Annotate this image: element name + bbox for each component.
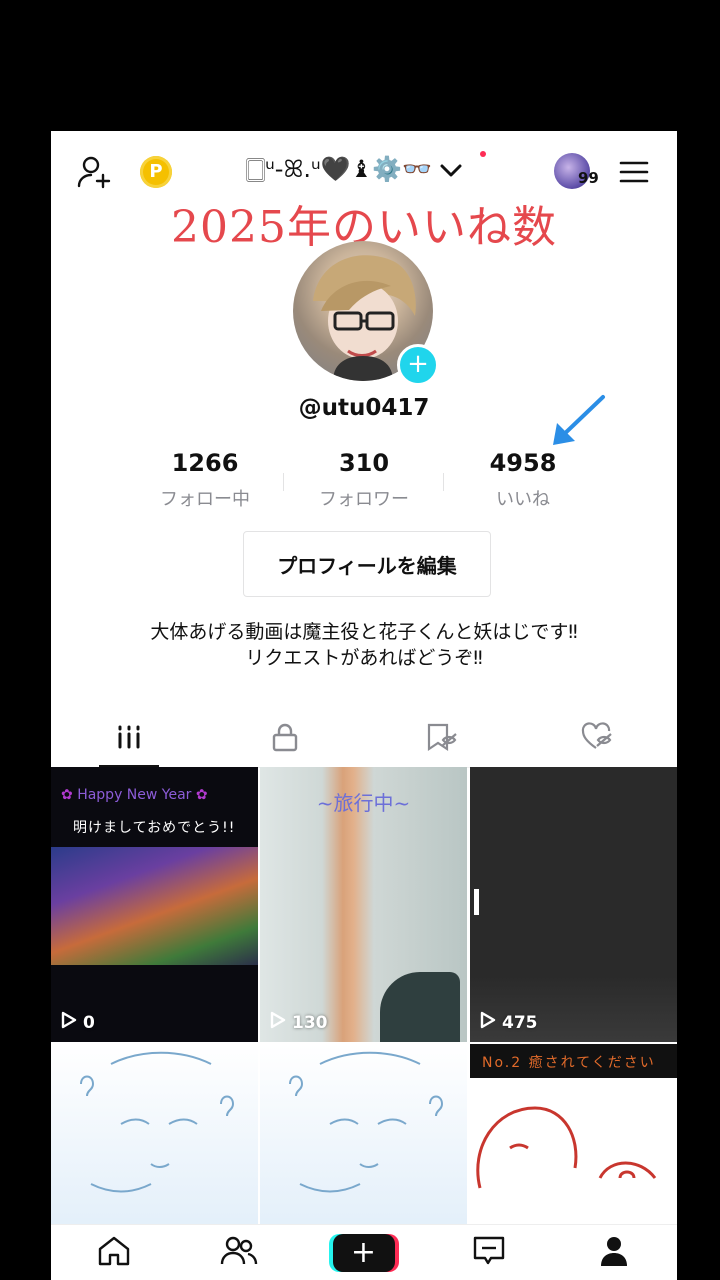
video-caption: ✿ Happy New Year ✿ [61,787,208,803]
video-caption-text: No.2 癒されてください [482,1055,656,1071]
annotation-arrow-icon [549,393,607,453]
nav-home[interactable] [51,1225,176,1280]
nav-create[interactable]: + [301,1225,426,1280]
stat-divider [443,473,444,491]
profile-icon [598,1235,630,1271]
video-caption-text: Happy New Year [77,787,192,803]
tab-favorites[interactable] [363,711,519,767]
video-thumbnail[interactable]: ✿ Happy New Year ✿ 明けましておめでとう!! 0 [51,767,258,1042]
nav-profile[interactable] [551,1225,676,1280]
account-badge: 99 [578,169,599,187]
nav-inbox[interactable] [426,1225,551,1280]
profile-bio: 大体あげる動画は魔主役と花子くんと妖はじです‼ リクエストがあればどうぞ‼ [51,619,677,671]
followers-label: フォロワー [319,489,409,510]
display-name-dropdown[interactable]: 🀆ᵘ-ꕤ.ᵘ🖤♝⚙️👓 [246,155,462,184]
bottom-nav: + [51,1224,677,1280]
view-count-value: 130 [292,1012,328,1033]
view-count-value: 475 [502,1012,538,1033]
friends-icon [220,1235,258,1271]
bio-line: リクエストがあればどうぞ‼ [245,647,483,669]
bio-line: 大体あげる動画は魔主役と花子くんと妖はじです‼ [150,621,578,643]
display-name: 🀆ᵘ-ꕤ.ᵘ🖤♝⚙️👓 [246,155,432,183]
video-thumbnail[interactable]: 475 [470,767,677,1042]
video-caption-sub: 明けましておめでとう!! [73,820,236,836]
profile-tabs [51,711,677,768]
bookmark-hidden-icon [425,722,457,756]
stat-divider [283,473,284,491]
add-avatar-plus: + [407,349,429,379]
add-avatar-button[interactable]: + [397,344,439,386]
play-icon [480,1011,496,1034]
home-icon [97,1235,131,1271]
heart-hidden-icon [581,722,613,756]
video-image [51,847,258,965]
view-count: 0 [61,1011,95,1034]
likes-label: いいね [496,489,550,510]
edit-profile-label: プロフィールを編集 [277,553,457,578]
following-label: フォロー中 [160,489,250,510]
tab-private[interactable] [207,711,363,767]
chevron-down-icon [440,156,462,184]
video-thumbnail[interactable]: ~旅行中~ 130 [260,767,467,1042]
lock-icon [271,722,299,756]
tab-videos[interactable] [51,711,207,767]
flower-icon: ✿ [195,787,208,803]
likes-count: 4958 [489,449,557,477]
followers-count: 310 [338,449,390,477]
following-stat[interactable]: 1266 フォロー中 [135,449,275,511]
inbox-icon [472,1235,506,1271]
video-caption-text: ~旅行中~ [316,791,411,815]
edit-profile-button[interactable]: プロフィールを編集 [243,531,491,597]
video-image [380,972,460,1042]
coin-icon[interactable]: P [140,156,172,188]
view-count: 475 [480,1011,538,1034]
view-count: 130 [270,1011,328,1034]
notification-dot [480,151,486,157]
flower-icon: ✿ [61,787,73,803]
create-button[interactable]: + [332,1234,395,1272]
likes-stat[interactable]: 4958 いいね [453,449,593,511]
coin-label: P [149,161,163,182]
menu-icon[interactable] [617,155,651,189]
following-count: 1266 [171,449,239,477]
play-icon [270,1011,286,1034]
video-image [474,889,479,915]
view-count-value: 0 [83,1012,95,1033]
add-friend-icon[interactable] [75,153,115,193]
tab-liked[interactable] [519,711,675,767]
nav-friends[interactable] [176,1225,301,1280]
plus-icon: + [350,1235,377,1270]
profile-screen: P 🀆ᵘ-ꕤ.ᵘ🖤♝⚙️👓 99 2025年のいいね数 + @utu0417 1… [51,131,677,1280]
grid-icon [116,724,142,754]
play-icon [61,1011,77,1034]
followers-stat[interactable]: 310 フォロワー [294,449,434,511]
